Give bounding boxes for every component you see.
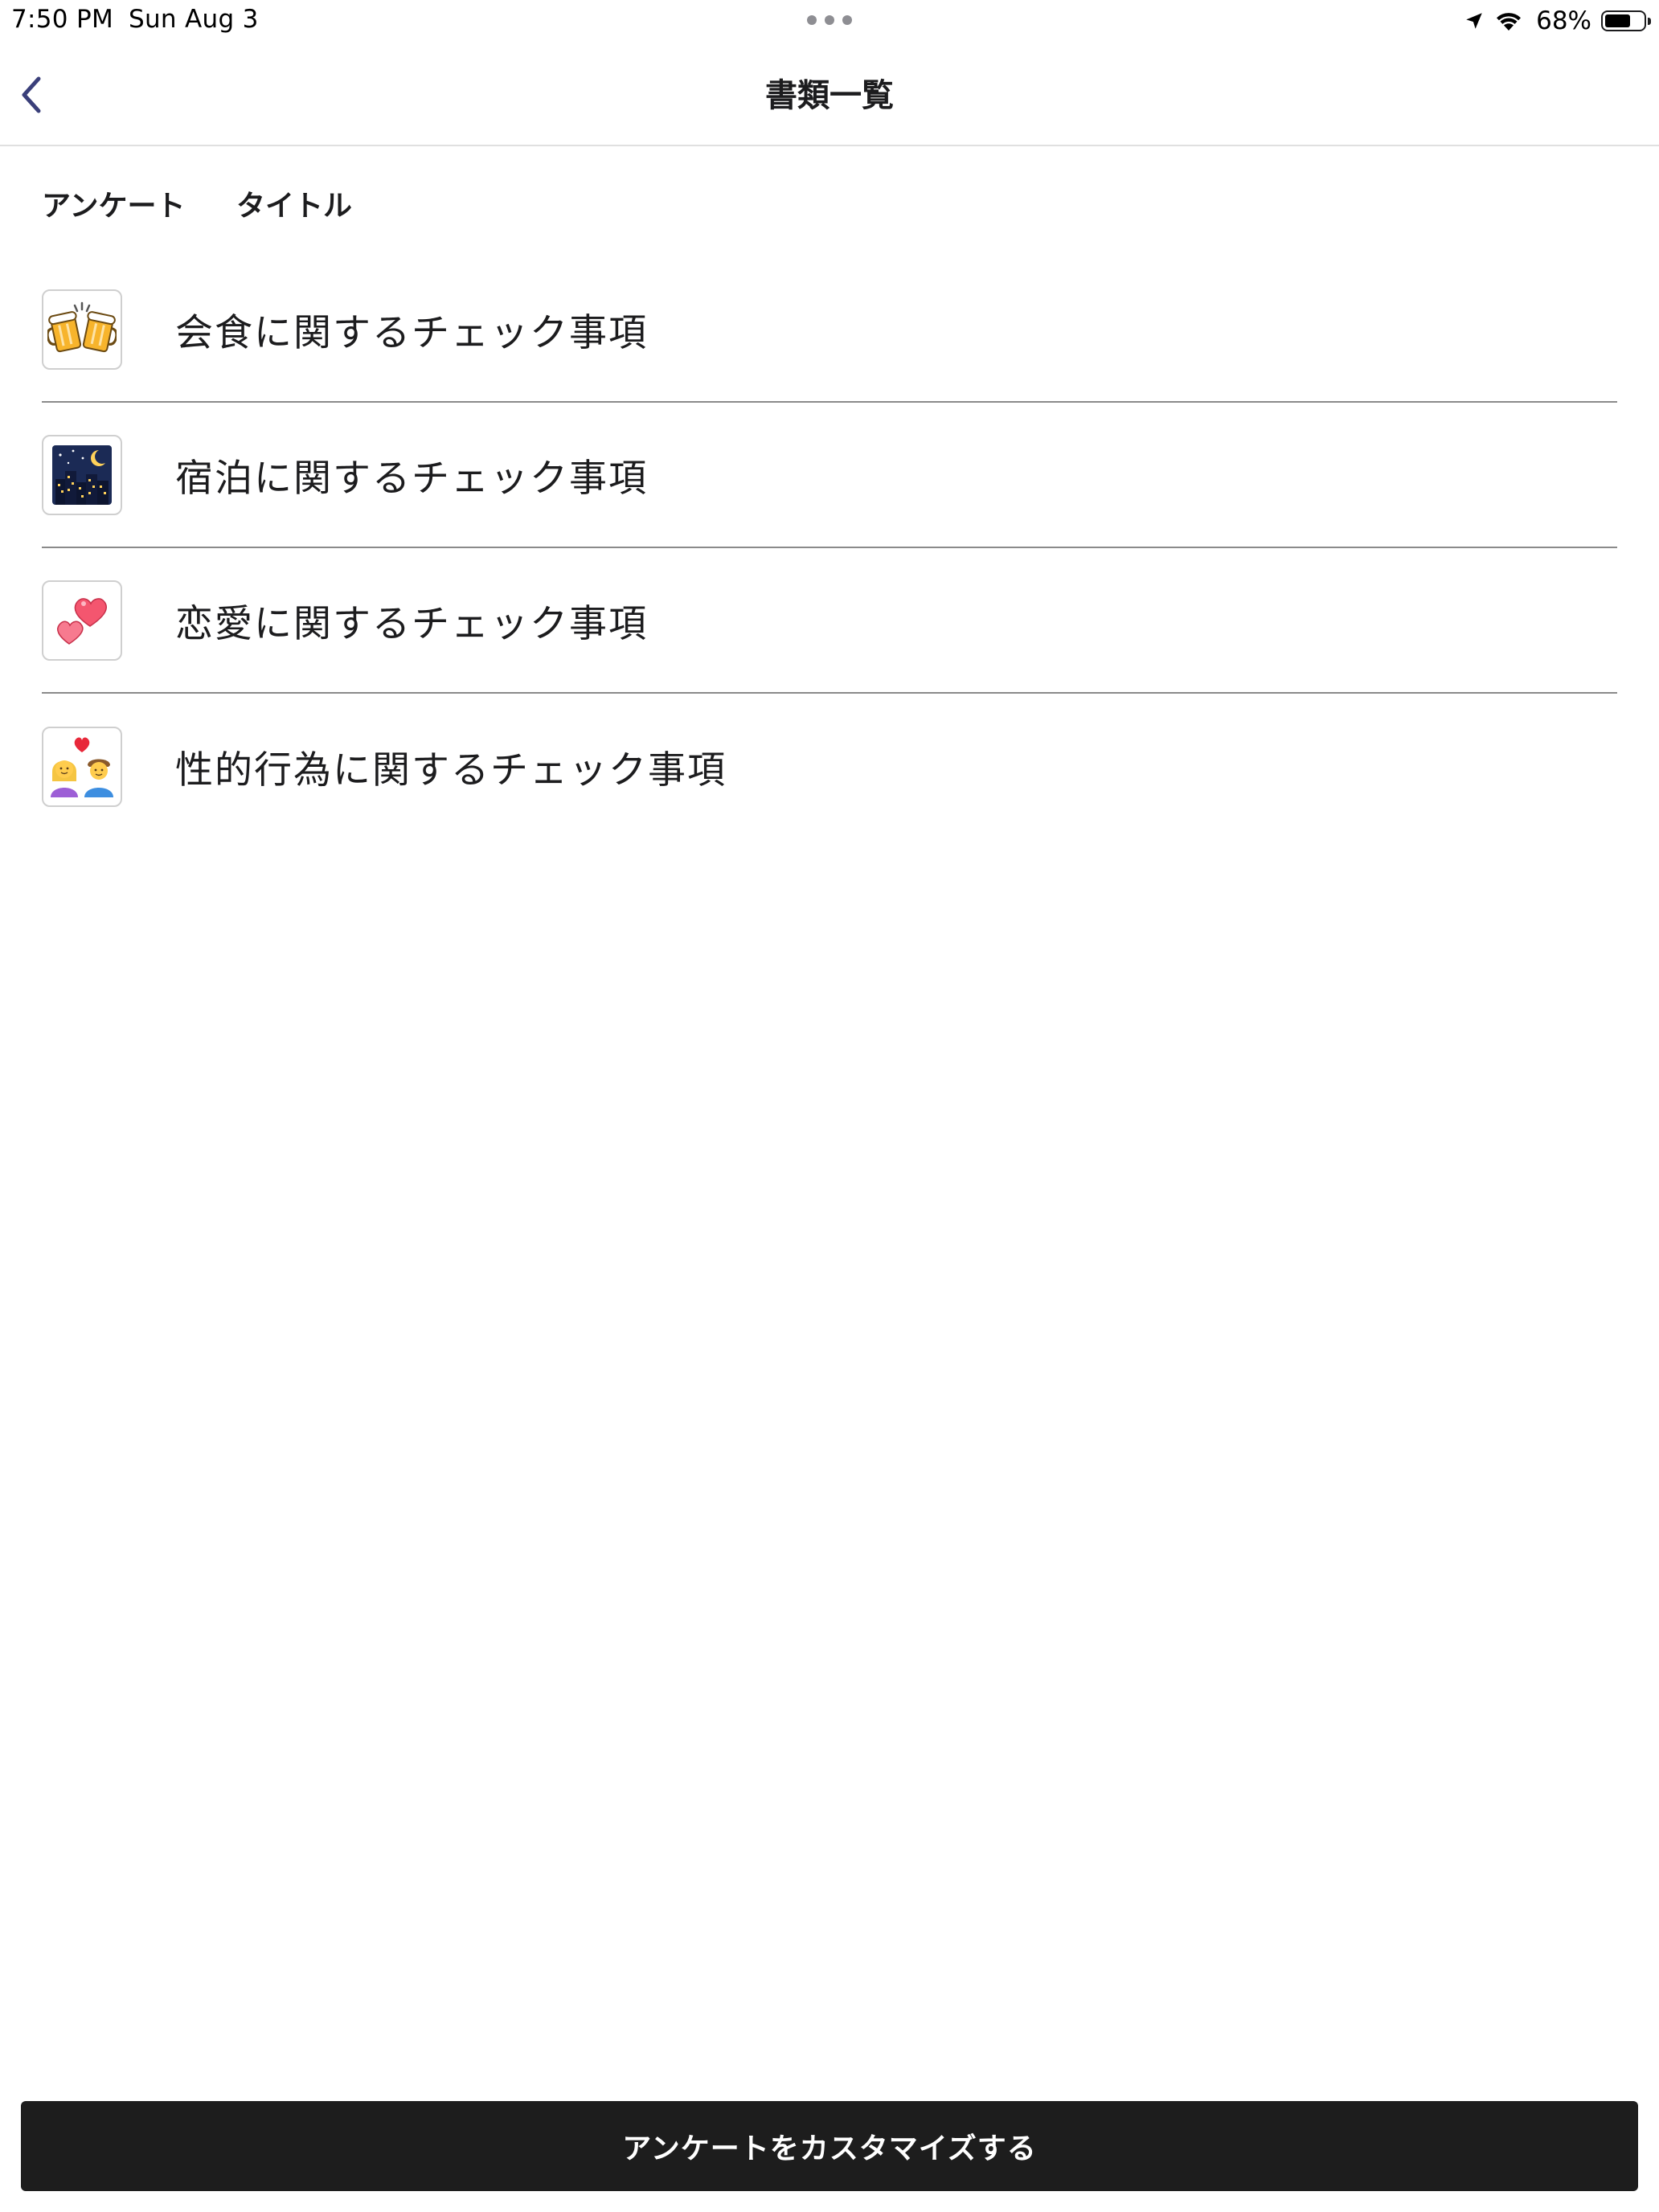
page-title: 書類一覧: [765, 77, 894, 114]
location-arrow-icon: [1464, 10, 1485, 31]
column-headers: アンケート タイトル: [42, 183, 352, 223]
status-date: Sun Aug 3: [129, 5, 259, 34]
column-header-survey: アンケート: [42, 190, 186, 223]
list-item[interactable]: 性的行為に関するチェック事項: [42, 694, 1617, 839]
wifi-icon: [1494, 10, 1523, 32]
night-city-icon: [42, 434, 122, 515]
multitasking-dots-icon[interactable]: [807, 15, 852, 25]
battery-level-fill: [1605, 14, 1631, 27]
navigation-bar: 書類一覧: [0, 42, 1659, 146]
document-title: 会食に関するチェック事項: [175, 311, 648, 355]
couple-with-heart-icon: [42, 726, 122, 807]
list-item[interactable]: 会食に関するチェック事項: [42, 257, 1617, 403]
list-item[interactable]: 恋愛に関するチェック事項: [42, 548, 1617, 694]
document-title: 宿泊に関するチェック事項: [175, 457, 648, 501]
status-time: 7:50 PM: [11, 5, 114, 34]
document-title: 性的行為に関するチェック事項: [175, 748, 727, 793]
battery-icon: [1601, 10, 1651, 31]
column-header-title: タイトル: [236, 190, 353, 223]
status-indicators: 68%: [1464, 5, 1651, 37]
document-list: 会食に関するチェック事項 宿泊に関するチェック事項 恋愛に関するチェック事項 性…: [42, 257, 1617, 839]
two-hearts-icon: [42, 580, 122, 661]
status-bar: 7:50 PM Sun Aug 3 68%: [0, 0, 1659, 42]
list-item[interactable]: 宿泊に関するチェック事項: [42, 403, 1617, 548]
customize-survey-button[interactable]: アンケートをカスタマイズする: [21, 2101, 1638, 2191]
document-title: 恋愛に関するチェック事項: [175, 602, 648, 646]
beer-mugs-icon: [42, 289, 122, 370]
battery-percent: 68%: [1536, 6, 1591, 35]
